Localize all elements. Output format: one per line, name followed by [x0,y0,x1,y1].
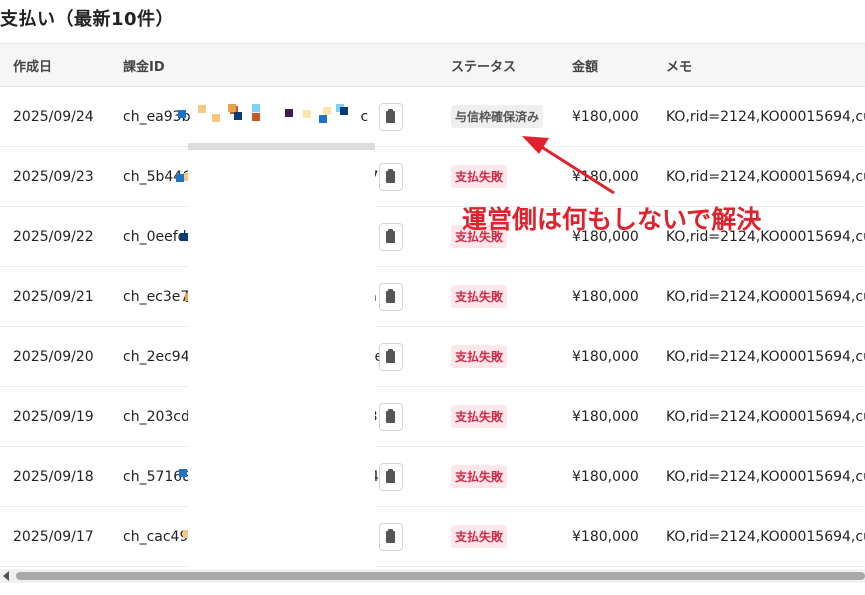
scrollbar-thumb[interactable] [16,572,865,580]
annotation-text: 運営側は何もしないで解決 [462,205,762,234]
scroll-left-arrow-icon[interactable] [3,571,9,581]
arrow-head [522,136,549,154]
horizontal-scrollbar[interactable] [0,569,865,583]
arrow-line [539,144,615,195]
annotation-arrow [522,136,615,195]
